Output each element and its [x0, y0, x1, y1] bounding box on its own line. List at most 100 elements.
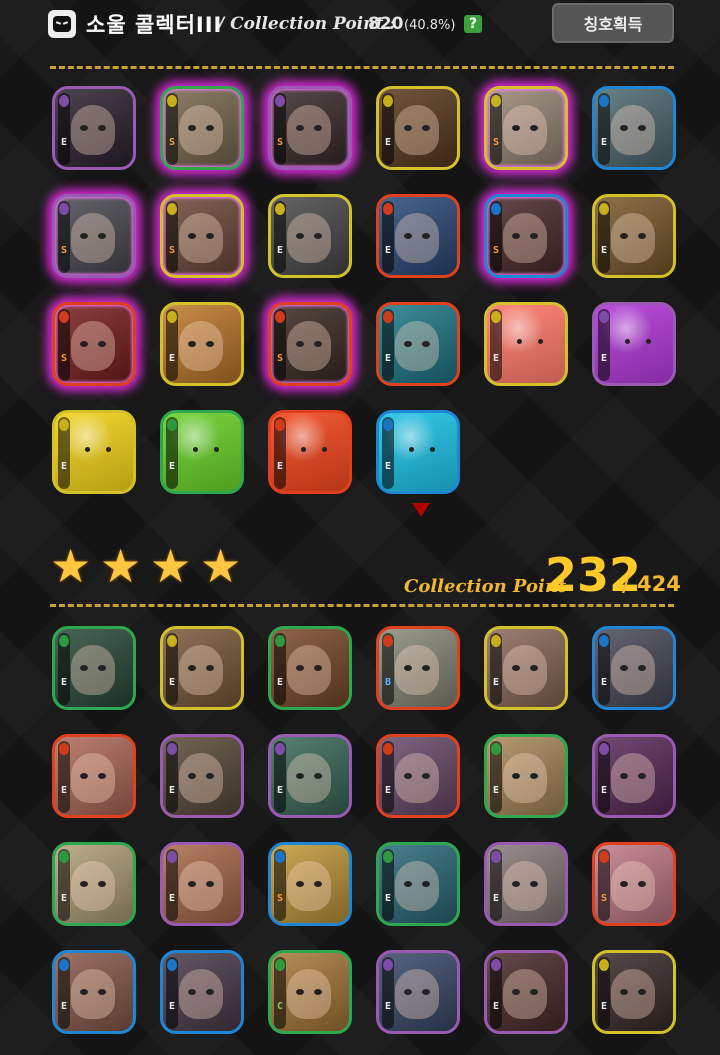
character-portrait	[179, 105, 223, 155]
grade-label: E	[384, 785, 392, 796]
grade-label: S	[600, 893, 608, 904]
grade-label: E	[492, 893, 500, 904]
character-portrait	[395, 861, 439, 911]
slime-face	[83, 443, 113, 463]
light-element-icon	[491, 95, 501, 107]
soul-card[interactable]: E	[52, 842, 136, 926]
soul-card[interactable]: S	[160, 86, 244, 170]
grade-label: B	[384, 677, 392, 688]
soul-card[interactable]: E	[484, 842, 568, 926]
wind-element-icon	[59, 851, 69, 863]
soul-card[interactable]: C	[268, 950, 352, 1034]
wind-element-icon	[491, 743, 501, 755]
grade-label: E	[600, 677, 608, 688]
acquire-title-button[interactable]: 칭호획득	[552, 3, 674, 43]
soul-card[interactable]: S	[268, 86, 352, 170]
soul-card[interactable]: B	[376, 626, 460, 710]
page-title: 소울 콜렉터III	[86, 13, 223, 37]
fire-element-icon	[383, 203, 393, 215]
soul-card[interactable]: E	[376, 194, 460, 278]
soul-card[interactable]: E	[52, 86, 136, 170]
soul-card[interactable]: S	[484, 194, 568, 278]
slime-soul-card[interactable]: E	[376, 410, 460, 494]
dark-element-icon	[599, 743, 609, 755]
soul-card[interactable]: S	[268, 842, 352, 926]
soul-card[interactable]: S	[268, 302, 352, 386]
character-portrait	[395, 753, 439, 803]
soul-card[interactable]: S	[52, 302, 136, 386]
grade-label: E	[168, 785, 176, 796]
grade-label: E	[384, 1001, 392, 1012]
grade-label: C	[276, 1001, 284, 1012]
light-element-icon	[167, 95, 177, 107]
grade-label: E	[384, 893, 392, 904]
soul-card[interactable]: E	[376, 302, 460, 386]
dark-element-icon	[167, 743, 177, 755]
soul-card[interactable]: E	[592, 194, 676, 278]
soul-card[interactable]: E	[592, 950, 676, 1034]
soul-card[interactable]: E	[484, 626, 568, 710]
soul-card[interactable]: S	[592, 842, 676, 926]
soul-card[interactable]: E	[52, 734, 136, 818]
soul-card[interactable]: E	[376, 734, 460, 818]
soul-card[interactable]: E	[484, 950, 568, 1034]
soul-card[interactable]: E	[160, 626, 244, 710]
grade-label: S	[168, 137, 176, 148]
character-portrait	[179, 321, 223, 371]
grade-label: E	[276, 785, 284, 796]
slime-soul-card[interactable]: E	[52, 410, 136, 494]
soul-card[interactable]: E	[160, 950, 244, 1034]
grade-label: E	[384, 461, 392, 472]
fire-element-icon	[275, 311, 285, 323]
soul-card[interactable]: E	[376, 950, 460, 1034]
character-portrait	[287, 753, 331, 803]
character-portrait	[503, 105, 547, 155]
grade-label: S	[492, 137, 500, 148]
soul-card[interactable]: E	[484, 734, 568, 818]
grade-label: S	[60, 353, 68, 364]
scroll-down-arrow-icon[interactable]	[412, 503, 430, 517]
grade-label: E	[600, 353, 608, 364]
soul-card[interactable]: S	[484, 86, 568, 170]
soul-card[interactable]: S	[160, 194, 244, 278]
soul-card[interactable]: E	[592, 734, 676, 818]
soul-card[interactable]: E	[376, 842, 460, 926]
soul-card[interactable]: E	[268, 194, 352, 278]
slime-face	[623, 335, 653, 355]
collection-point-value: 820	[368, 14, 404, 34]
soul-card[interactable]: E	[268, 626, 352, 710]
character-portrait	[287, 969, 331, 1019]
star-icon: ★	[150, 539, 192, 593]
soul-card[interactable]: E	[592, 86, 676, 170]
wind-element-icon	[383, 851, 393, 863]
character-portrait	[71, 105, 115, 155]
soul-card[interactable]: E	[52, 950, 136, 1034]
light-element-icon	[599, 959, 609, 971]
soul-card[interactable]: E	[160, 302, 244, 386]
grade-label: E	[600, 245, 608, 256]
character-portrait	[179, 645, 223, 695]
soul-card[interactable]: E	[268, 734, 352, 818]
grade-label: E	[168, 677, 176, 688]
grade-label: E	[168, 1001, 176, 1012]
character-portrait	[287, 321, 331, 371]
light-element-icon	[167, 203, 177, 215]
slime-soul-card[interactable]: E	[160, 410, 244, 494]
help-icon[interactable]: ?	[464, 15, 482, 33]
character-portrait	[287, 861, 331, 911]
soul-card[interactable]: E	[52, 626, 136, 710]
soul-card[interactable]: E	[592, 626, 676, 710]
character-portrait	[71, 969, 115, 1019]
slime-soul-card[interactable]: E	[592, 302, 676, 386]
character-portrait	[179, 753, 223, 803]
soul-card[interactable]: E	[160, 842, 244, 926]
grade-label: S	[60, 245, 68, 256]
soul-card[interactable]: E	[160, 734, 244, 818]
slime-soul-card[interactable]: E	[268, 410, 352, 494]
dark-element-icon	[167, 851, 177, 863]
soul-card[interactable]: S	[52, 194, 136, 278]
soul-card[interactable]: E	[376, 86, 460, 170]
slime-soul-card[interactable]: E	[484, 302, 568, 386]
slime-face	[407, 443, 437, 463]
character-portrait	[71, 213, 115, 263]
